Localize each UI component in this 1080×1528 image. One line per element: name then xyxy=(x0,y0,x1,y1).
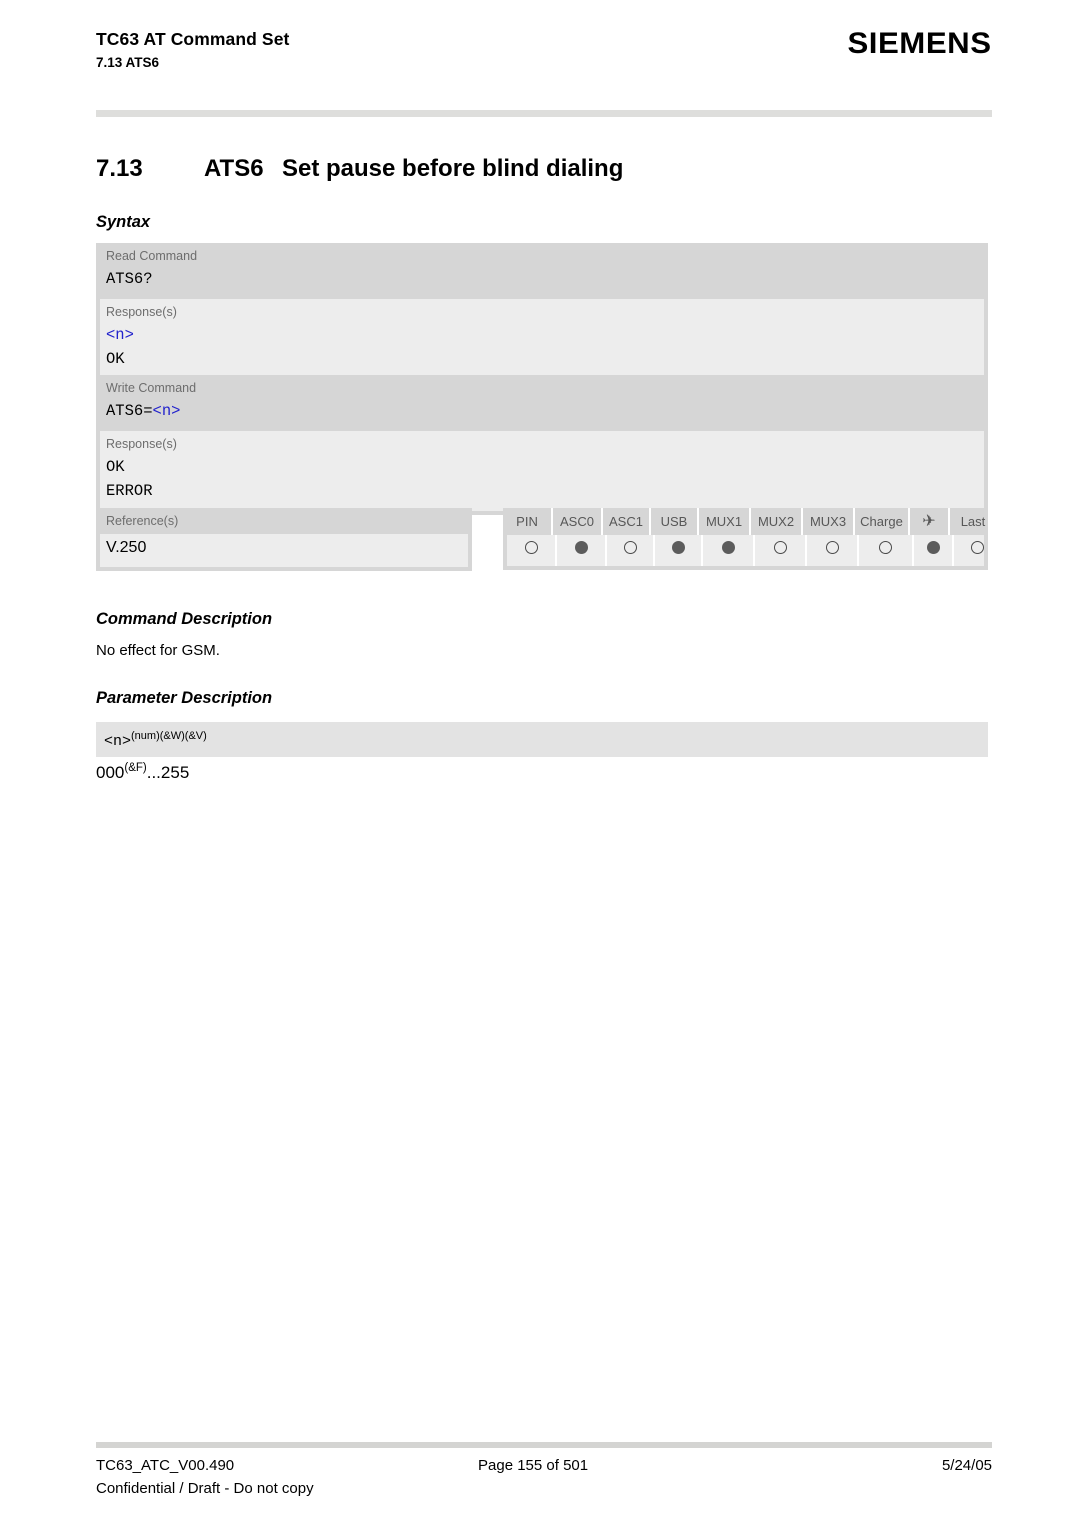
parameter-name-text: <n> xyxy=(104,733,132,750)
references-value-panel: V.250 xyxy=(100,534,468,567)
command-description-heading: Command Description xyxy=(96,610,273,628)
capability-value-charge xyxy=(859,535,914,566)
footer-document-id: TC63_ATC_V00.490 xyxy=(96,1457,235,1474)
empty-dot-icon xyxy=(825,541,839,554)
page-title-command: ATS6 xyxy=(204,155,264,182)
parameter-value-range: 000(&F)...255 xyxy=(96,756,189,785)
empty-dot-icon xyxy=(879,541,892,554)
read-response-param: <n> xyxy=(106,326,134,344)
capability-value-pin xyxy=(507,535,557,566)
capability-value-row xyxy=(507,535,984,566)
parameter-name: <n>(num)(&W)(&V) xyxy=(104,730,207,750)
capability-header-mux1: MUX1 xyxy=(699,508,751,535)
capability-table: PIN ASC0 ASC1 USB MUX1 MUX2 MUX3 Charge ✈ Last xyxy=(503,508,988,570)
read-command-label: Read Command xyxy=(106,249,198,263)
capability-header-mux3: MUX3 xyxy=(803,508,855,535)
airplane-glyph: ✈ xyxy=(922,513,936,530)
footer-divider xyxy=(96,1442,992,1448)
empty-dot-icon xyxy=(970,541,984,554)
parameter-name-superscript: (num)(&W)(&V) xyxy=(131,730,207,742)
write-response-panel: Response(s) OK ERROR xyxy=(100,431,984,511)
capability-value-mux1 xyxy=(703,535,755,566)
document-title: TC63 AT Command Set xyxy=(96,29,290,49)
page-title-number: 7.13 xyxy=(96,155,143,182)
capability-header-asc1: ASC1 xyxy=(603,508,651,535)
airplane-icon: ✈ xyxy=(910,508,950,535)
parameter-value-superscript: (&F) xyxy=(124,762,147,774)
filled-dot-icon xyxy=(574,541,588,554)
write-command-param: <n> xyxy=(152,402,181,420)
capability-value-asc1 xyxy=(607,535,655,566)
empty-dot-icon xyxy=(623,541,637,554)
page-header: TC63 AT Command Set 7.13 ATS6 SIEMENS xyxy=(96,28,992,73)
write-command-prefix: ATS6= xyxy=(106,402,153,420)
footer-date: 5/24/05 xyxy=(941,1457,992,1474)
filled-dot-icon xyxy=(926,541,940,554)
references-value: V.250 xyxy=(106,539,147,556)
page-footer: TC63_ATC_V00.490 Page 155 of 501 5/24/05 xyxy=(96,1455,992,1477)
header-titles: TC63 AT Command Set 7.13 ATS6 xyxy=(96,28,289,73)
command-description-text: No effect for GSM. xyxy=(96,642,220,659)
empty-dot-icon xyxy=(773,541,787,554)
document-page: TC63 AT Command Set 7.13 ATS6 SIEMENS 7.… xyxy=(0,0,1080,1528)
footer-page-number: Page 155 of 501 xyxy=(478,1457,589,1474)
write-response-label: Response(s) xyxy=(106,437,177,451)
page-title-text: Set pause before blind dialing xyxy=(282,155,624,182)
footer-confidentiality: Confidential / Draft - Do not copy xyxy=(96,1480,314,1497)
capability-header-row: PIN ASC0 ASC1 USB MUX1 MUX2 MUX3 Charge ✈ Last xyxy=(503,508,988,535)
read-response-panel: Response(s) <n> OK xyxy=(100,299,984,379)
syntax-heading: Syntax xyxy=(96,213,151,231)
capability-value-last xyxy=(954,535,1000,566)
parameter-name-band: <n>(num)(&W)(&V) xyxy=(96,722,988,757)
capability-header-charge: Charge xyxy=(855,508,910,535)
header-section-ref: 7.13 ATS6 xyxy=(96,55,160,70)
read-response-label: Response(s) xyxy=(106,305,177,319)
write-command-block: Write Command ATS6=<n> Response(s) OK ER… xyxy=(96,375,988,515)
write-command-label: Write Command xyxy=(106,381,197,395)
filled-dot-icon xyxy=(721,541,735,554)
references-label: Reference(s) xyxy=(106,514,179,528)
capability-value-airplane xyxy=(914,535,954,566)
parameter-value-prefix: 000 xyxy=(96,763,125,782)
siemens-logo: SIEMENS xyxy=(847,27,992,60)
parameter-description-heading: Parameter Description xyxy=(96,689,273,707)
write-response-ok: OK xyxy=(106,458,125,476)
read-command-syntax: ATS6? xyxy=(106,270,153,288)
capability-header-last: Last xyxy=(960,514,986,529)
capability-value-asc0 xyxy=(557,535,607,566)
read-command-block: Read Command ATS6? Response(s) <n> OK xyxy=(96,243,988,383)
capability-value-usb xyxy=(655,535,703,566)
capability-header-pin: PIN xyxy=(503,508,553,535)
capability-header-mux2: MUX2 xyxy=(751,508,803,535)
page-title: 7.13 ATS6 Set pause before blind dialing xyxy=(96,154,623,184)
filled-dot-icon xyxy=(671,541,685,554)
parameter-value-suffix: ...255 xyxy=(146,763,190,782)
capability-header-usb: USB xyxy=(651,508,699,535)
empty-dot-icon xyxy=(524,541,538,554)
references-block: Reference(s) V.250 xyxy=(96,508,472,571)
write-response-error: ERROR xyxy=(106,482,153,500)
capability-value-mux3 xyxy=(807,535,859,566)
capability-header-asc0: ASC0 xyxy=(553,508,603,535)
capability-value-mux2 xyxy=(755,535,807,566)
write-command-syntax: ATS6=<n> xyxy=(96,401,988,431)
header-divider xyxy=(96,110,992,117)
